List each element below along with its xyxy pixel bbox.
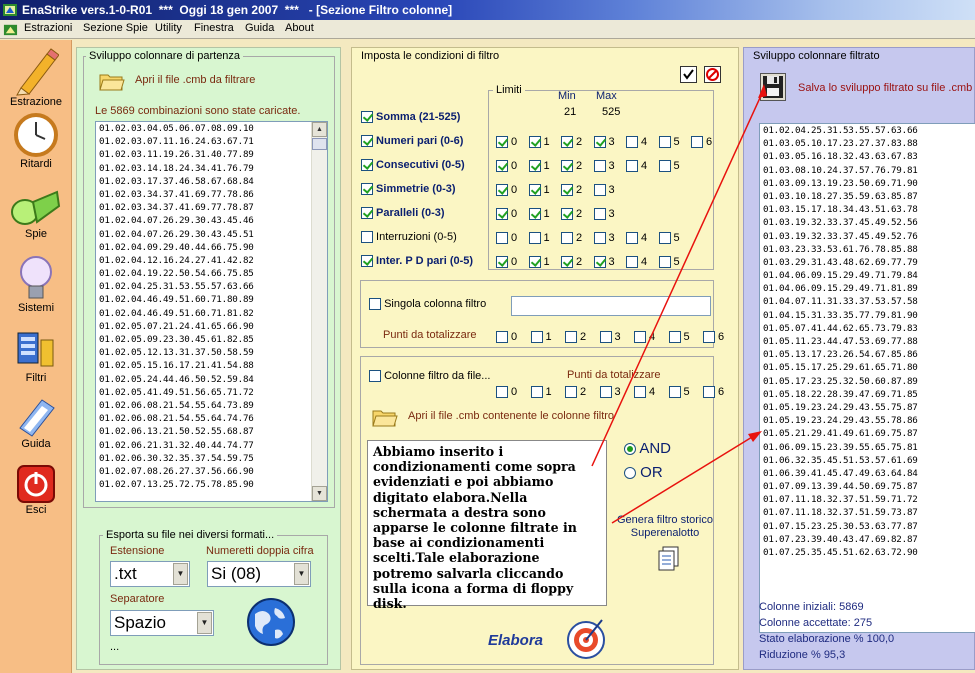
app-window: EnaStrike vers.1-0-R01 *** Oggi 18 gen 2… [0, 0, 975, 673]
arrow-to-results [611, 433, 758, 524]
arrowhead [748, 431, 762, 442]
arrow-to-save [591, 88, 765, 467]
arrowhead [758, 84, 767, 98]
annotation-arrows [591, 84, 767, 524]
